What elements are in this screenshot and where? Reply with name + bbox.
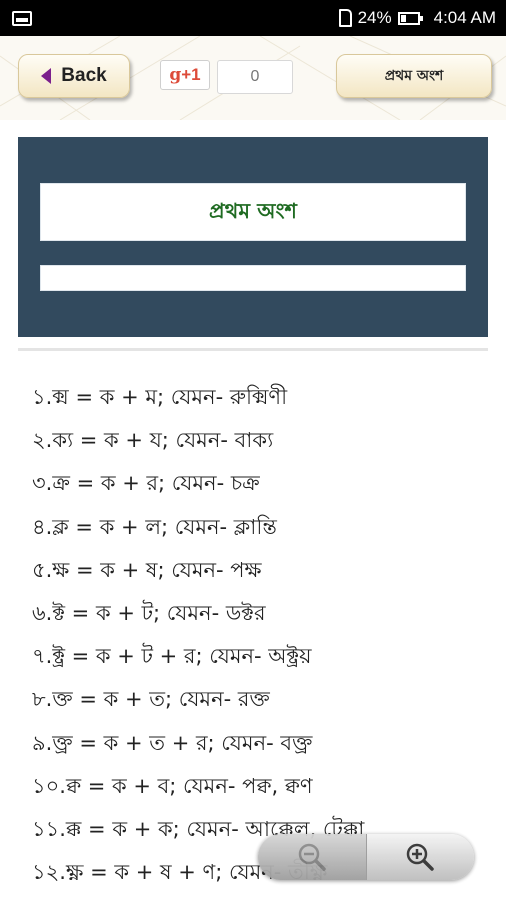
sim-icon — [338, 9, 352, 27]
part-one-button[interactable]: প্রথম অংশ — [336, 54, 492, 98]
status-time: 4:04 AM — [433, 8, 496, 27]
list-item: ২.ক্য = ক + য; যেমন- বাক্য — [32, 428, 274, 453]
list-item: ৩.ক্র = ক + র; যেমন- চক্র — [32, 471, 260, 496]
google-plus-icon: g — [169, 65, 182, 85]
image-icon — [12, 10, 32, 26]
list-item: ৪.ক্ল = ক + ল; যেমন- ক্লান্তি — [32, 514, 277, 539]
zoom-in-button[interactable] — [367, 834, 475, 880]
conjunct-list: ১.ক্ম = ক + ম; যেমন- রুক্মিণী ২.ক্য = ক … — [32, 376, 364, 894]
header-bar — [40, 265, 466, 291]
list-item: ৭.ক্ট্র = ক + ট + র; যেমন- অক্ট্রয় — [32, 644, 312, 669]
list-item: ১.ক্ম = ক + ম; যেমন- রুক্মিণী — [32, 385, 288, 409]
zoom-out-button[interactable] — [258, 834, 367, 880]
zoom-in-icon — [407, 843, 434, 871]
list-item: ৫.ক্ষ = ক + ষ; যেমন- পক্ষ — [32, 557, 262, 582]
list-item: ১০.ক্ব = ক + ব; যেমন- পক্ব, ক্বণ — [32, 773, 313, 798]
google-plus-one-button[interactable]: g +1 — [160, 60, 210, 90]
part-one-button-label: প্রথম অংশ — [384, 68, 444, 84]
zoom-controls — [258, 834, 474, 880]
back-arrow-icon — [41, 68, 52, 84]
back-button-label: Back — [61, 65, 107, 86]
status-bar: 24% 4:04 AM — [0, 0, 506, 36]
toolbar: Back g +1 0 প্রথম অংশ — [0, 36, 506, 120]
divider — [18, 348, 488, 351]
list-item: ৯.ক্ত্র = ক + ত + র; যেমন- বক্ত্র — [32, 730, 313, 755]
list-item: ৮.ক্ত = ক + ত; যেমন- রক্ত — [32, 687, 270, 712]
battery-icon — [397, 11, 423, 25]
zoom-out-icon — [298, 843, 326, 871]
plus-one-count: 0 — [217, 60, 293, 94]
header-panel: প্রথম অংশ — [18, 137, 488, 337]
list-item: ৬.ক্ট = ক + ট; যেমন- ডক্টর — [32, 600, 266, 625]
page-title: প্রথম অংশ — [40, 183, 466, 241]
google-plus-label: +1 — [181, 65, 201, 84]
battery-percent: 24% — [357, 8, 392, 27]
back-button[interactable]: Back — [18, 54, 130, 98]
